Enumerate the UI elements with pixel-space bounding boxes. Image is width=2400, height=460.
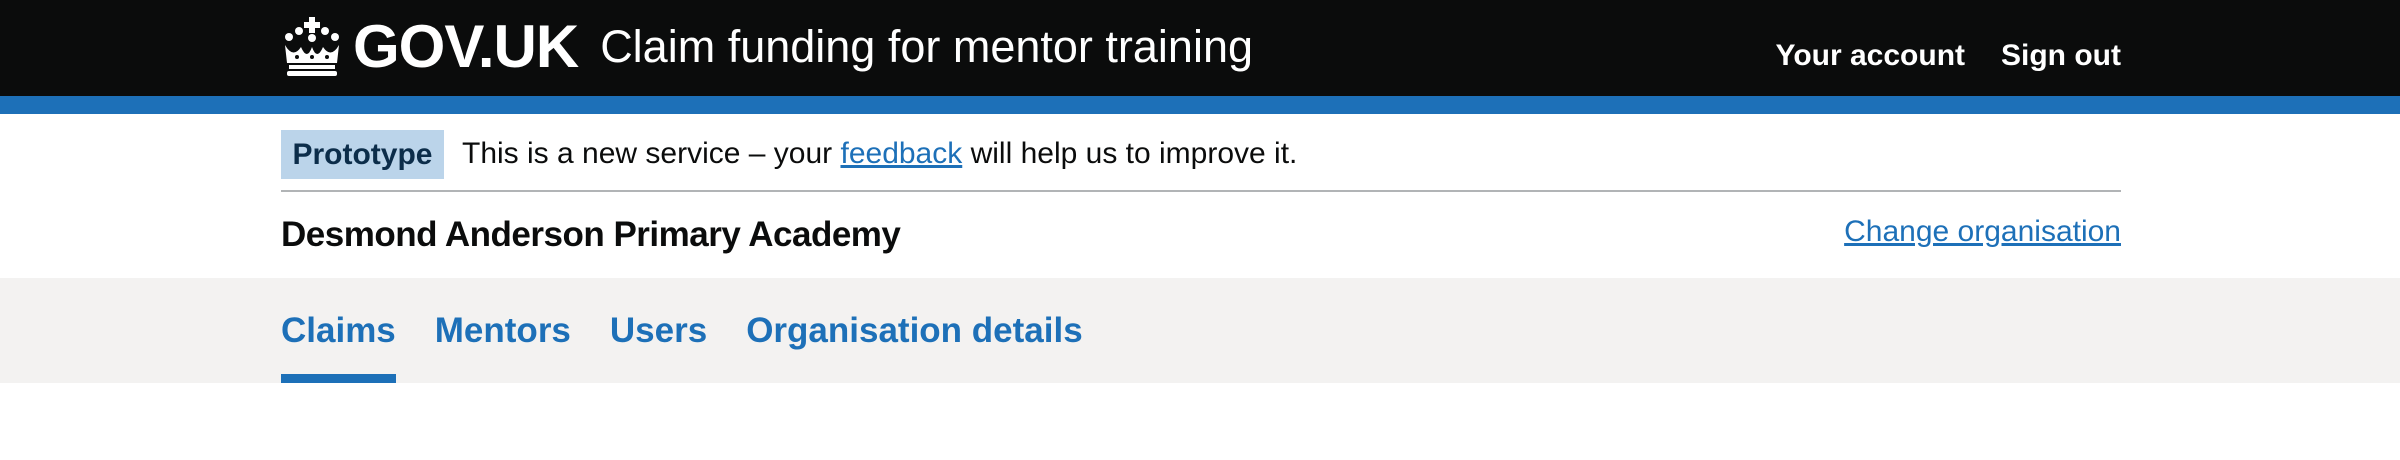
organisation-row: Desmond Anderson Primary Academy Change …: [281, 192, 2121, 278]
change-organisation-link[interactable]: Change organisation: [1844, 210, 2121, 254]
site-header: GOV.UK Claim funding for mentor training…: [0, 0, 2400, 96]
primary-nav-container: Claims Mentors Users Organisation detail…: [281, 278, 2121, 383]
service-name[interactable]: Claim funding for mentor training: [600, 12, 1253, 82]
phase-tag: Prototype: [281, 130, 444, 179]
nav-item-label: Claims: [281, 311, 396, 350]
nav-item-label: Organisation details: [746, 311, 1083, 350]
crown-icon: [285, 17, 339, 76]
phase-text-before: This is a new service – your: [462, 137, 841, 170]
govuk-logotype: GOV.UK: [353, 13, 579, 80]
nav-item-label: Mentors: [434, 311, 571, 350]
phase-banner-text: This is a new service – your feedback wi…: [462, 132, 1297, 176]
nav-item-label: Users: [609, 311, 708, 350]
feedback-link[interactable]: feedback: [840, 137, 962, 170]
header-account-nav: Your account Sign out: [1740, 38, 2121, 74]
phase-text-after: will help us to improve it.: [962, 137, 1298, 170]
nav-item-claims[interactable]: Claims: [281, 278, 396, 383]
nav-item-mentors[interactable]: Mentors: [435, 278, 571, 383]
nav-item-organisation-details[interactable]: Organisation details: [746, 278, 1082, 383]
your-account-link[interactable]: Your account: [1776, 38, 1965, 74]
primary-navigation: Claims Mentors Users Organisation detail…: [0, 278, 2400, 383]
organisation-name: Desmond Anderson Primary Academy: [281, 215, 901, 254]
header-blue-bar: [0, 96, 2400, 114]
nav-item-users[interactable]: Users: [610, 278, 707, 383]
header-container: GOV.UK Claim funding for mentor training…: [281, 0, 2121, 96]
govuk-home-link[interactable]: GOV.UK Claim funding for mentor training: [281, 12, 1253, 82]
phase-banner: Prototype This is a new service – your f…: [281, 114, 2121, 192]
sign-out-link[interactable]: Sign out: [2001, 38, 2121, 74]
